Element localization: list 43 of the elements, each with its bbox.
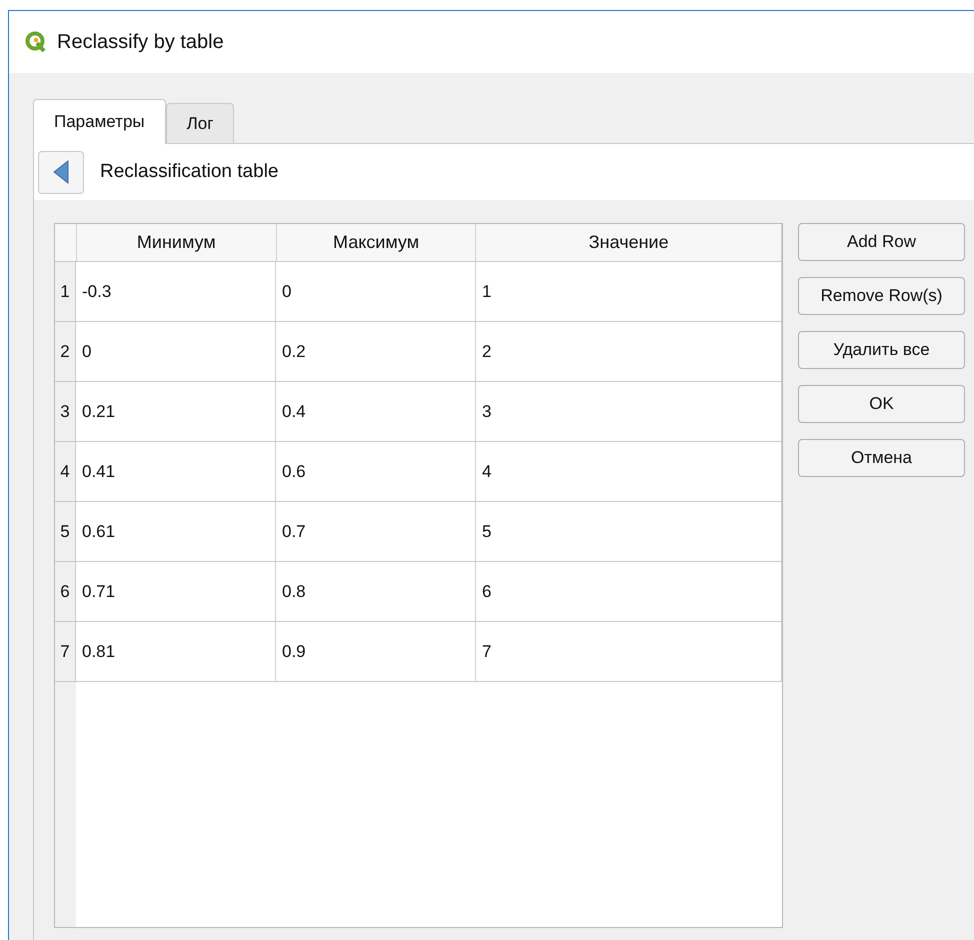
row-number[interactable]: 3 — [55, 382, 76, 442]
tab[interactable]: Параметры — [33, 99, 166, 144]
table-cell: 0.21 — [76, 382, 276, 441]
table-cell: 3 — [476, 382, 782, 441]
table-cell: 0 — [76, 322, 276, 381]
section-title: Reclassification table — [100, 160, 278, 184]
table-cell: 0.71 — [76, 562, 276, 621]
column-header[interactable]: Значение — [476, 224, 782, 261]
row-number[interactable]: 7 — [55, 622, 76, 682]
table-cell: 0.7 — [276, 502, 476, 561]
table-cell: 2 — [476, 322, 782, 381]
row-number[interactable]: 2 — [55, 322, 76, 382]
row-number[interactable]: 6 — [55, 562, 76, 622]
row-number[interactable]: 4 — [55, 442, 76, 502]
table-cell: 4 — [476, 442, 782, 501]
back-arrow-icon — [53, 160, 69, 184]
app-logo-icon — [25, 31, 47, 53]
table-cell: 0.2 — [276, 322, 476, 381]
dialog-button[interactable]: Remove Row(s) — [798, 277, 965, 315]
dialog-button[interactable]: Отмена — [798, 439, 965, 477]
window-title: Reclassify by table — [57, 30, 224, 55]
dialog-button[interactable]: OK — [798, 385, 965, 423]
row-number[interactable]: 5 — [55, 502, 76, 562]
table-cell: 0.81 — [76, 622, 276, 681]
back-button[interactable] — [38, 150, 84, 194]
dialog-button[interactable]: Удалить все — [798, 331, 965, 369]
table-cell: 7 — [476, 622, 782, 681]
row-number[interactable]: 1 — [55, 262, 76, 322]
dialog-button[interactable]: Add Row — [798, 223, 965, 261]
table-cell: 0.61 — [76, 502, 276, 561]
table-cell: 0.41 — [76, 442, 276, 501]
table-cell: 6 — [476, 562, 782, 621]
table-cell: 1 — [476, 262, 782, 321]
table-cell: 0.6 — [276, 442, 476, 501]
table-cell: 0.9 — [276, 622, 476, 681]
column-header[interactable]: Минимум — [76, 224, 277, 261]
column-header[interactable]: Максимум — [276, 224, 476, 261]
table-cell: 0.4 — [276, 382, 476, 441]
table-cell: 0.8 — [276, 562, 476, 621]
table-cell: 0 — [276, 262, 476, 321]
tab[interactable]: Лог — [166, 103, 234, 143]
table-cell: 5 — [476, 502, 782, 561]
table-cell: -0.3 — [76, 262, 276, 321]
